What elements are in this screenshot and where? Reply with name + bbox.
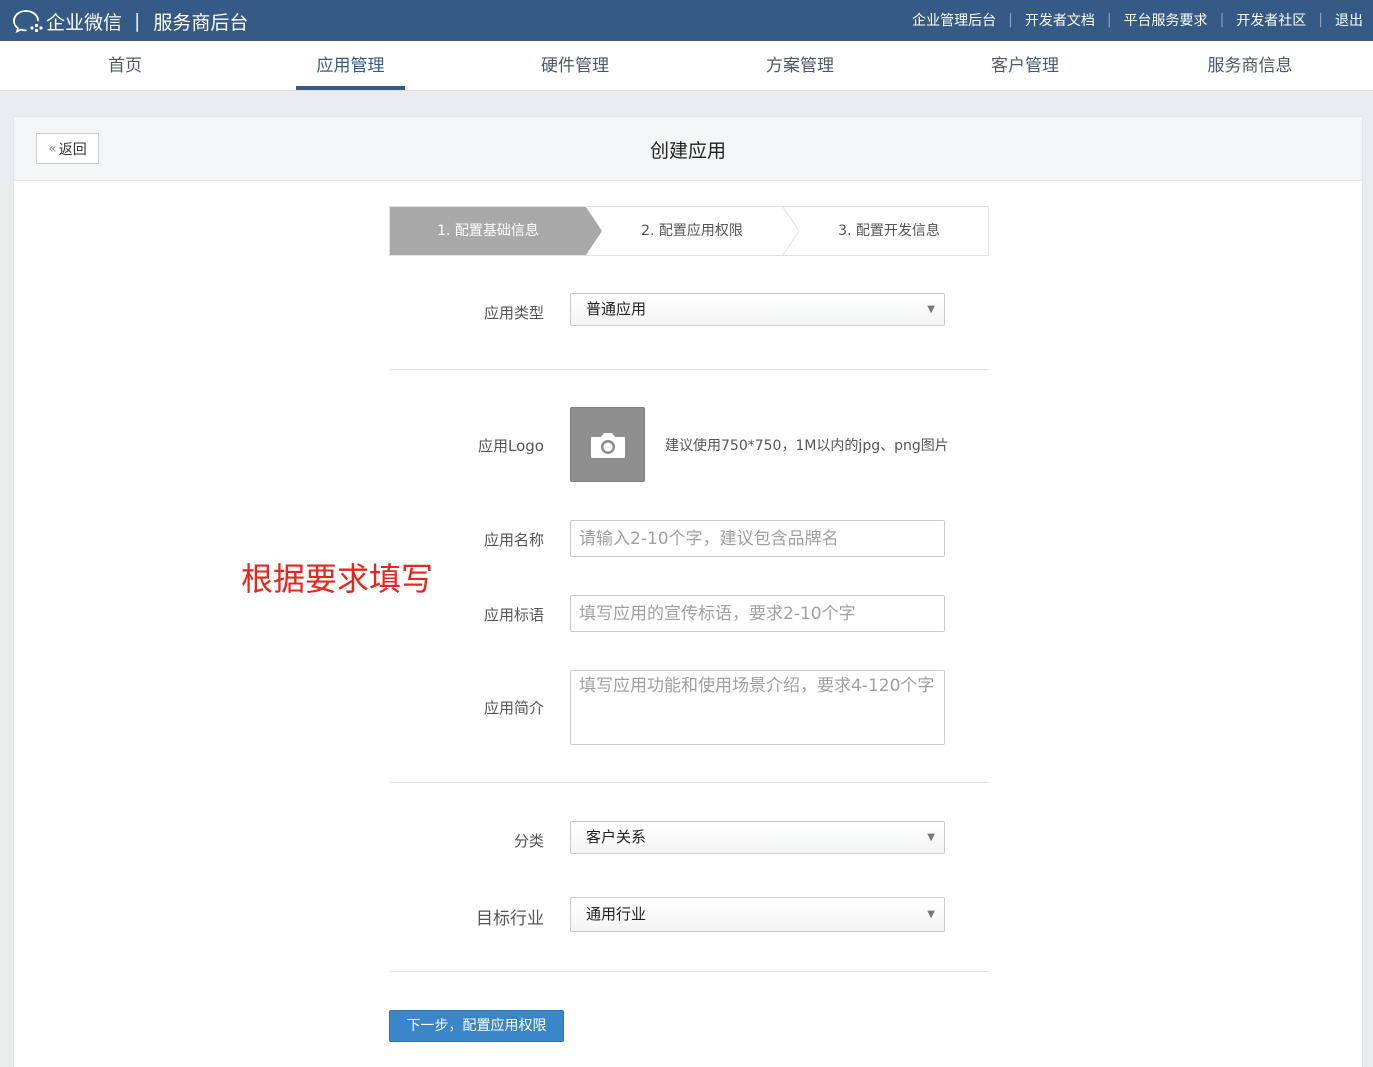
top-bar: 企业微信 | 服务商后台 企业管理后台 | 开发者文档 | 平台服务要求 | 开… bbox=[0, 0, 1373, 41]
dropdown-arrow-icon: ▼ bbox=[927, 304, 935, 315]
brand-separator: | bbox=[134, 10, 141, 32]
app-name-label: 应用名称 bbox=[483, 531, 544, 549]
category-label: 分类 bbox=[513, 832, 544, 850]
brand[interactable]: 企业微信 | 服务商后台 bbox=[12, 8, 248, 34]
double-chevron-left-icon: « bbox=[48, 140, 57, 157]
dropdown-arrow-icon: ▼ bbox=[927, 909, 935, 920]
back-button-label: 返回 bbox=[58, 141, 87, 158]
app-type-value: 普通应用 bbox=[586, 300, 647, 318]
category-select[interactable]: 客户关系 ▼ bbox=[570, 821, 945, 854]
camera-icon bbox=[590, 432, 625, 458]
nav-item-hardware-management[interactable]: 硬件管理 bbox=[520, 41, 630, 91]
logo-upload-button[interactable] bbox=[570, 407, 645, 482]
link-platform-requirements[interactable]: 平台服务要求 bbox=[1124, 10, 1208, 30]
category-value: 客户关系 bbox=[586, 828, 647, 846]
industry-value: 通用行业 bbox=[586, 905, 647, 923]
nav-item-home[interactable]: 首页 bbox=[70, 41, 180, 91]
step-2: 2. 配置应用权限 bbox=[641, 223, 743, 239]
link-enterprise-admin[interactable]: 企业管理后台 bbox=[912, 10, 996, 30]
app-type-label: 应用类型 bbox=[483, 304, 544, 322]
dropdown-arrow-icon: ▼ bbox=[927, 832, 935, 843]
nav-item-provider-info[interactable]: 服务商信息 bbox=[1190, 41, 1310, 91]
link-divider: | bbox=[1106, 12, 1112, 28]
brand-subtitle: 服务商后台 bbox=[153, 11, 249, 34]
create-app-card: 创建应用 « 返回 1. 配置基础信息 2. 配置应用权限 3. 配置开发信息 … bbox=[13, 116, 1363, 1067]
step-1: 1. 配置基础信息 bbox=[437, 223, 539, 239]
step-indicator: 1. 配置基础信息 2. 配置应用权限 3. 配置开发信息 bbox=[389, 206, 989, 256]
section-divider bbox=[389, 971, 989, 972]
link-developer-docs[interactable]: 开发者文档 bbox=[1025, 10, 1095, 30]
link-divider: | bbox=[1219, 12, 1225, 28]
app-type-select[interactable]: 普通应用 ▼ bbox=[570, 293, 945, 326]
section-divider bbox=[389, 369, 989, 370]
industry-label: 目标行业 bbox=[476, 909, 544, 929]
brand-name: 企业微信 bbox=[46, 11, 123, 34]
nav-item-customer-management[interactable]: 客户管理 bbox=[970, 41, 1080, 91]
link-developer-community[interactable]: 开发者社区 bbox=[1236, 10, 1306, 30]
back-button[interactable]: « 返回 bbox=[36, 133, 99, 164]
step-3: 3. 配置开发信息 bbox=[838, 223, 940, 239]
nav-item-app-management[interactable]: 应用管理 bbox=[296, 41, 405, 91]
industry-select[interactable]: 通用行业 ▼ bbox=[570, 897, 945, 932]
fill-requirement-note: 根据要求填写 bbox=[241, 560, 434, 598]
app-logo-label: 应用Logo bbox=[478, 437, 544, 455]
nav-item-solution-management[interactable]: 方案管理 bbox=[745, 41, 855, 91]
top-links: 企业管理后台 | 开发者文档 | 平台服务要求 | 开发者社区 | 退出 bbox=[912, 10, 1363, 30]
link-divider: | bbox=[1318, 12, 1323, 28]
next-step-button[interactable]: 下一步，配置应用权限 bbox=[389, 1010, 564, 1042]
card-header: 创建应用 « 返回 bbox=[14, 117, 1362, 181]
page-title: 创建应用 bbox=[649, 140, 726, 162]
logo-hint: 建议使用750*750，1M以内的jpg、png图片 bbox=[665, 438, 949, 454]
app-intro-textarea[interactable] bbox=[570, 670, 945, 745]
app-name-input[interactable] bbox=[570, 520, 945, 557]
section-divider bbox=[389, 782, 989, 783]
app-intro-label: 应用简介 bbox=[483, 699, 544, 717]
link-divider: | bbox=[1008, 12, 1013, 28]
wecom-logo-icon bbox=[13, 10, 43, 34]
main-nav: 首页 应用管理 硬件管理 方案管理 客户管理 服务商信息 bbox=[0, 41, 1373, 91]
app-slogan-input[interactable] bbox=[570, 595, 945, 632]
link-logout[interactable]: 退出 bbox=[1335, 10, 1363, 30]
app-slogan-label: 应用标语 bbox=[483, 606, 544, 624]
nav-active-indicator bbox=[296, 86, 405, 90]
